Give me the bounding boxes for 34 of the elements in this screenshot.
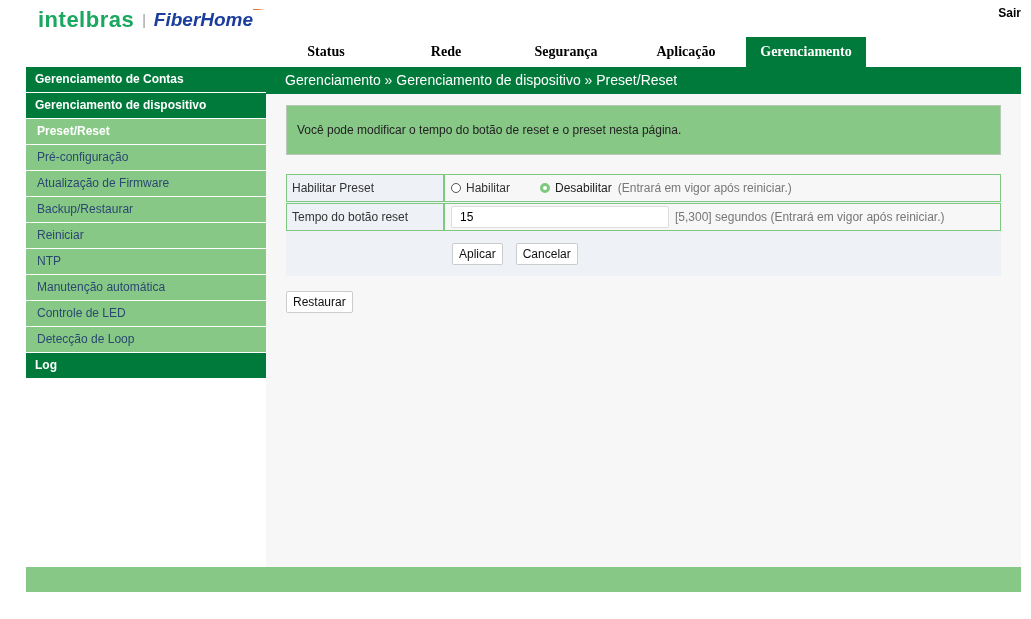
sidebar-item[interactable]: Atualização de Firmware xyxy=(26,171,266,197)
form-button[interactable]: Cancelar xyxy=(515,243,578,265)
field-label: Tempo do botão reset xyxy=(286,203,444,231)
nav-tab[interactable]: Segurança xyxy=(506,37,626,67)
sidebar-item[interactable]: Controle de LED xyxy=(26,301,266,327)
sidebar-item[interactable]: Backup/Restaurar xyxy=(26,197,266,223)
sidebar-item[interactable]: Reiniciar xyxy=(26,223,266,249)
logout-link[interactable]: Sair xyxy=(998,6,1021,37)
logo-separator: | xyxy=(142,12,146,28)
sidebar-item[interactable]: Pré-configuração xyxy=(26,145,266,171)
sidebar-item[interactable]: Detecção de Loop xyxy=(26,327,266,353)
nav-tab[interactable]: Rede xyxy=(386,37,506,67)
hint-text: (Entrará em vigor após reiniciar.) xyxy=(617,181,792,195)
restore-button[interactable]: Restaurar xyxy=(286,291,353,313)
nav-tab[interactable]: Aplicação xyxy=(626,37,746,67)
radio-option[interactable]: Desabilitar xyxy=(540,181,612,195)
radio-icon[interactable] xyxy=(540,183,550,193)
input-field[interactable]: 15 xyxy=(451,206,669,228)
partner-logo: FiberHome xyxy=(153,9,254,31)
sidebar-group[interactable]: Log xyxy=(26,353,266,379)
nav-tab[interactable]: Gerenciamento xyxy=(746,37,866,67)
sidebar-item[interactable]: NTP xyxy=(26,249,266,275)
field-label: Habilitar Preset xyxy=(286,174,444,202)
hint-text: [5,300] segundos (Entrará em vigor após reiniciar.) xyxy=(675,210,945,224)
sidebar-group[interactable]: Gerenciamento de dispositivo xyxy=(26,93,266,119)
form-button[interactable]: Aplicar xyxy=(452,243,503,265)
sidebar-group[interactable]: Gerenciamento de Contas xyxy=(26,67,266,93)
brand-logo: intelbras xyxy=(38,7,135,33)
info-banner: Você pode modificar o tempo do botão de reset e o preset nesta página. xyxy=(286,105,1001,155)
breadcrumb: Gerenciamento » Gerenciamento de dispositivo » Preset/Reset xyxy=(266,67,1021,94)
radio-icon[interactable] xyxy=(451,183,461,193)
sidebar-item[interactable]: Manutenção automática xyxy=(26,275,266,301)
radio-option[interactable]: Habilitar xyxy=(451,181,510,195)
nav-tab[interactable]: Status xyxy=(266,37,386,67)
